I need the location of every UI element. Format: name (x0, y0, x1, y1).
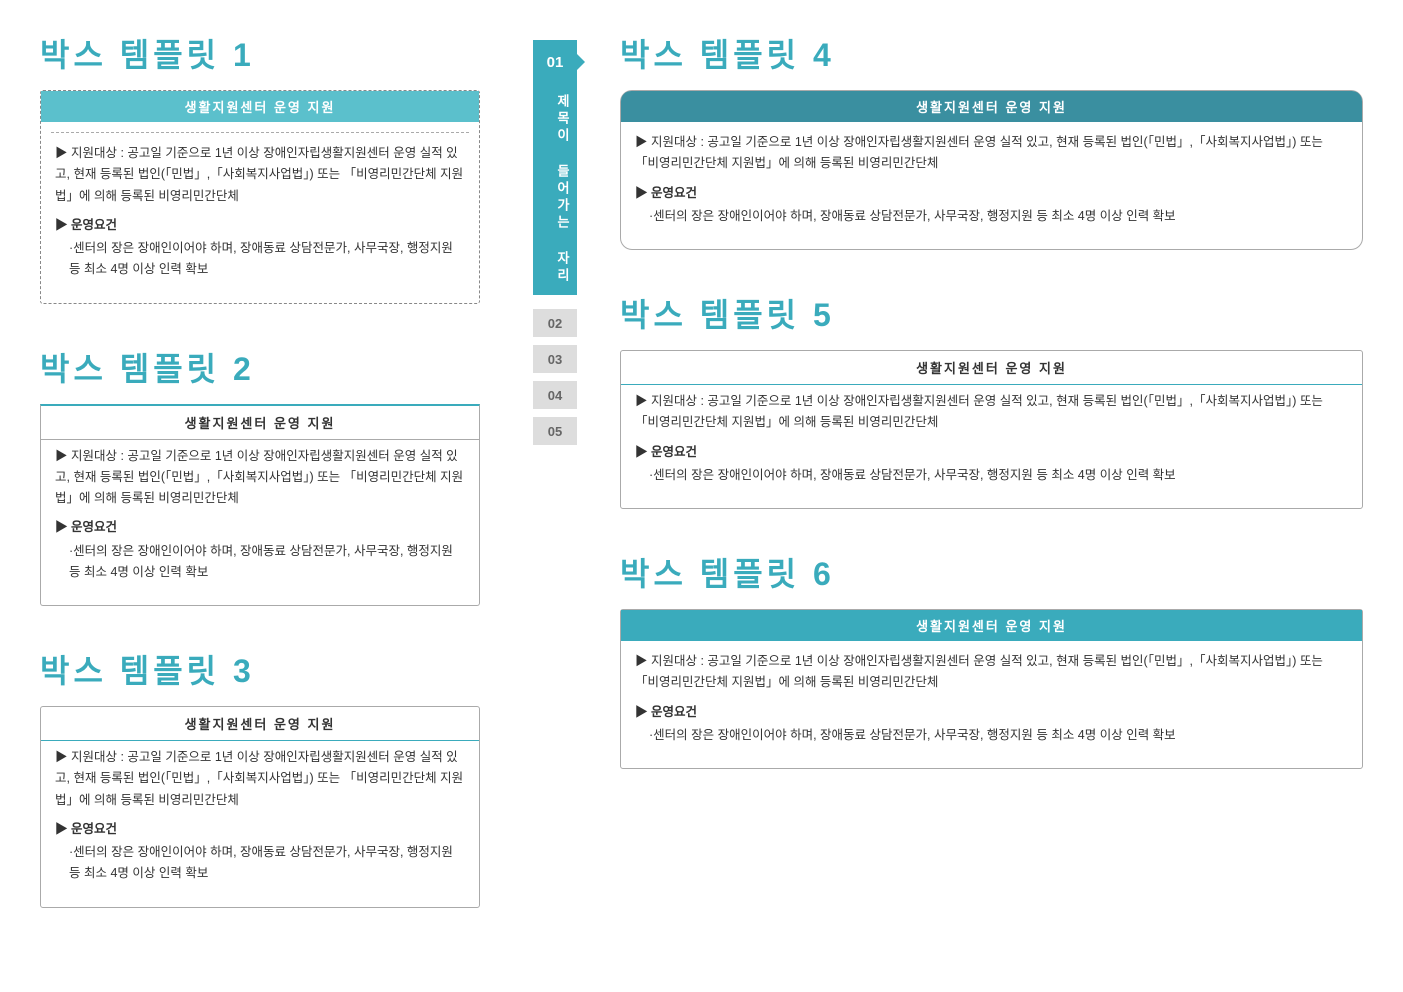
template-3-header: 생활지원센터 운영 지원 (41, 707, 479, 741)
template-6-support: ▶ 지원대상 : 공고일 기준으로 1년 이상 장애인자립생활지원센터 운영 실… (635, 651, 1348, 694)
template-4-condition-label: ▶ 운영요건 (635, 183, 1348, 204)
template-2: 박스 템플릿 2 생활지원센터 운영 지원 ▶ 지원대상 : 공고일 기준으로 … (40, 344, 480, 607)
template-6-header: 생활지원센터 운영 지원 (621, 610, 1362, 641)
template-4-support-label: ▶ 지원대상 : (635, 135, 704, 149)
template-4-support: ▶ 지원대상 : 공고일 기준으로 1년 이상 장애인자립생활지원센터 운영 실… (635, 132, 1348, 175)
template-6-support-label: ▶ 지원대상 : (635, 654, 704, 668)
template-4-condition-text: ·센터의 장은 장애인이어야 하며, 장애동료 상담전문가, 사무국장, 행정지… (635, 206, 1348, 227)
template-5-support-text: 공고일 기준으로 1년 이상 장애인자립생활지원센터 운영 실적 있고, 현재 … (635, 394, 1323, 429)
template-5: 박스 템플릿 5 생활지원센터 운영 지원 ▶ 지원대상 : 공고일 기준으로 … (620, 290, 1363, 509)
number-badge-04: 04 (533, 381, 577, 409)
center-strip: 01 제목이 들어가는 자리 02 03 04 05 (510, 0, 600, 992)
template-1-support: ▶ 지원대상 : 공고일 기준으로 1년 이상 장애인자립생활지원센터 운영 실… (55, 143, 465, 207)
template-1-title: 박스 템플릿 1 (40, 30, 480, 76)
number-item-01: 01 제목이 들어가는 자리 (510, 40, 600, 295)
template-2-title: 박스 템플릿 2 (40, 344, 480, 390)
template-3-box: 생활지원센터 운영 지원 ▶ 지원대상 : 공고일 기준으로 1년 이상 장애인… (40, 706, 480, 908)
template-4: 박스 템플릿 4 생활지원센터 운영 지원 ▶ 지원대상 : 공고일 기준으로 … (620, 30, 1363, 250)
template-6-title: 박스 템플릿 6 (620, 549, 1363, 595)
number-badge-03: 03 (533, 345, 577, 373)
template-6-box: 생활지원센터 운영 지원 ▶ 지원대상 : 공고일 기준으로 1년 이상 장애인… (620, 609, 1363, 769)
template-5-header: 생활지원센터 운영 지원 (621, 351, 1362, 385)
template-2-support: ▶ 지원대상 : 공고일 기준으로 1년 이상 장애인자립생활지원센터 운영 실… (55, 446, 465, 510)
template-4-box: 생활지원센터 운영 지원 ▶ 지원대상 : 공고일 기준으로 1년 이상 장애인… (620, 90, 1363, 250)
template-5-support: ▶ 지원대상 : 공고일 기준으로 1년 이상 장애인자립생활지원센터 운영 실… (635, 391, 1348, 434)
template-2-header: 생활지원센터 운영 지원 (41, 406, 479, 440)
template-2-support-label: ▶ 지원대상 : (55, 449, 124, 463)
template-5-box: 생활지원센터 운영 지원 ▶ 지원대상 : 공고일 기준으로 1년 이상 장애인… (620, 350, 1363, 509)
template-5-condition-label: ▶ 운영요건 (635, 442, 1348, 463)
right-panel: 박스 템플릿 4 생활지원센터 운영 지원 ▶ 지원대상 : 공고일 기준으로 … (600, 0, 1403, 992)
template-6-condition-text: ·센터의 장은 장애인이어야 하며, 장애동료 상담전문가, 사무국장, 행정지… (635, 725, 1348, 746)
left-panel: 박스 템플릿 1 생활지원센터 운영 지원 ▶ 지원대상 : 공고일 기준으로 … (0, 0, 510, 992)
template-5-condition-text: ·센터의 장은 장애인이어야 하며, 장애동료 상담전문가, 사무국장, 행정지… (635, 465, 1348, 486)
template-5-support-label: ▶ 지원대상 : (635, 394, 704, 408)
template-6-support-text: 공고일 기준으로 1년 이상 장애인자립생활지원센터 운영 실적 있고, 현재 … (635, 654, 1323, 689)
template-3-support-label: ▶ 지원대상 : (55, 750, 124, 764)
template-4-support-text: 공고일 기준으로 1년 이상 장애인자립생활지원센터 운영 실적 있고, 현재 … (635, 135, 1323, 170)
template-1-body: ▶ 지원대상 : 공고일 기준으로 1년 이상 장애인자립생활지원센터 운영 실… (41, 143, 479, 281)
template-2-box: 생활지원센터 운영 지원 ▶ 지원대상 : 공고일 기준으로 1년 이상 장애인… (40, 404, 480, 607)
template-2-body: ▶ 지원대상 : 공고일 기준으로 1년 이상 장애인자립생활지원센터 운영 실… (41, 446, 479, 584)
template-4-header: 생활지원센터 운영 지원 (621, 91, 1362, 122)
number-group-inactive: 02 03 04 05 (533, 305, 577, 445)
template-1-separator (51, 132, 469, 133)
template-3: 박스 템플릿 3 생활지원센터 운영 지원 ▶ 지원대상 : 공고일 기준으로 … (40, 646, 480, 908)
number-badge-02: 02 (533, 309, 577, 337)
template-2-condition-text: ·센터의 장은 장애인이어야 하며, 장애동료 상담전문가, 사무국장, 행정지… (55, 541, 465, 584)
template-1-support-label: ▶ 지원대상 : (55, 146, 124, 160)
template-1-header: 생활지원센터 운영 지원 (41, 91, 479, 122)
template-1-condition-label: ▶ 운영요건 (55, 215, 465, 236)
number-active: 01 (533, 40, 577, 84)
template-5-title: 박스 템플릿 5 (620, 290, 1363, 336)
template-3-body: ▶ 지원대상 : 공고일 기준으로 1년 이상 장애인자립생활지원센터 운영 실… (41, 747, 479, 885)
number-badge-05: 05 (533, 417, 577, 445)
template-3-condition-label: ▶ 운영요건 (55, 819, 465, 840)
template-3-support: ▶ 지원대상 : 공고일 기준으로 1년 이상 장애인자립생활지원센터 운영 실… (55, 747, 465, 811)
template-1-box: 생활지원센터 운영 지원 ▶ 지원대상 : 공고일 기준으로 1년 이상 장애인… (40, 90, 480, 304)
template-3-title: 박스 템플릿 3 (40, 646, 480, 692)
template-4-title: 박스 템플릿 4 (620, 30, 1363, 76)
template-6-body: ▶ 지원대상 : 공고일 기준으로 1년 이상 장애인자립생활지원센터 운영 실… (621, 651, 1362, 746)
template-2-condition-label: ▶ 운영요건 (55, 517, 465, 538)
vertical-text: 제목이 들어가는 자리 (533, 84, 577, 295)
template-4-body: ▶ 지원대상 : 공고일 기준으로 1년 이상 장애인자립생활지원센터 운영 실… (621, 132, 1362, 227)
template-6: 박스 템플릿 6 생활지원센터 운영 지원 ▶ 지원대상 : 공고일 기준으로 … (620, 549, 1363, 769)
template-6-condition-label: ▶ 운영요건 (635, 702, 1348, 723)
template-5-body: ▶ 지원대상 : 공고일 기준으로 1년 이상 장애인자립생활지원센터 운영 실… (621, 391, 1362, 486)
template-3-condition-text: ·센터의 장은 장애인이어야 하며, 장애동료 상담전문가, 사무국장, 행정지… (55, 842, 465, 885)
template-1-condition-text: ·센터의 장은 장애인이어야 하며, 장애동료 상담전문가, 사무국장, 행정지… (55, 238, 465, 281)
template-1: 박스 템플릿 1 생활지원센터 운영 지원 ▶ 지원대상 : 공고일 기준으로 … (40, 30, 480, 304)
